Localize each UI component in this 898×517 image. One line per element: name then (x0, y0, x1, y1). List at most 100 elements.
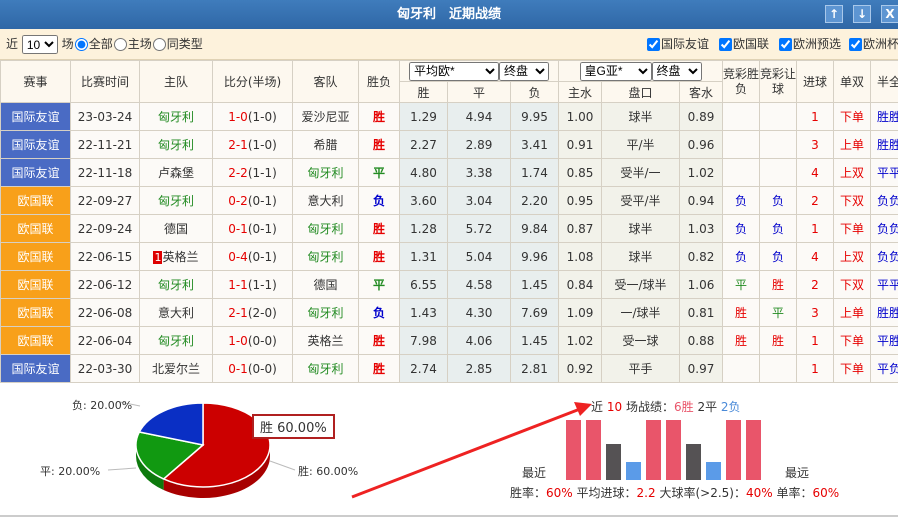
win-rate-value: 60% (546, 486, 573, 500)
summary-prefix: 近 (591, 400, 604, 414)
goals-cell: 3 (796, 298, 834, 327)
handicap: 受半/一 (620, 166, 661, 180)
euro-phase-select[interactable]: 终盘 (499, 61, 549, 81)
ht-ft: 平平 (877, 278, 898, 292)
radio-home[interactable] (113, 38, 127, 51)
home-water: 1.00 (566, 109, 594, 124)
odd-even: 上单 (839, 138, 864, 152)
away-team-cell[interactable]: 匈牙利 (292, 242, 359, 271)
form-bar-D (606, 444, 621, 480)
odds-value: 2.85 (465, 361, 493, 376)
odd-even-cell: 上双 (833, 242, 871, 271)
event-name: 国际友谊 (11, 138, 60, 152)
home-team-cell[interactable]: 北爱尔兰 (139, 354, 213, 383)
home-team-cell[interactable]: 匈牙利 (139, 186, 213, 215)
checkbox-euro-qualifier[interactable] (779, 38, 792, 51)
result-cell: 平 (358, 158, 400, 187)
away-team-cell[interactable]: 匈牙利 (292, 298, 359, 327)
jc-handicap: 胜 (771, 334, 784, 348)
home-team-cell[interactable]: 意大利 (139, 298, 213, 327)
pie-leader-win (269, 460, 296, 471)
away-team-cell[interactable]: 匈牙利 (292, 214, 359, 243)
jc-result: 胜 (734, 334, 747, 348)
big-rate-label: 大球率(>2.5)： (659, 486, 746, 500)
event-cell[interactable]: 欧国联 (0, 326, 71, 355)
odds-value: 3.38 (465, 165, 493, 180)
odd-even-cell: 下单 (833, 214, 871, 243)
match-count-select[interactable]: 10 (21, 35, 58, 54)
checkbox-friendly-label: 国际友谊 (661, 37, 710, 51)
header-loss: 负 (510, 81, 559, 103)
away-team-cell[interactable]: 英格兰 (292, 326, 359, 355)
euro-odds-w: 6.55 (399, 270, 448, 299)
home-water-cell: 1.09 (558, 298, 602, 327)
radio-all[interactable] (74, 38, 88, 51)
header-home: 主队 (139, 60, 213, 103)
home-team-cell[interactable]: 卢森堡 (139, 158, 213, 187)
euro-odds-l: 2.20 (510, 186, 559, 215)
event-cell[interactable]: 欧国联 (0, 186, 71, 215)
away-team-cell[interactable]: 德国 (292, 270, 359, 299)
full-score: 0-1 (228, 361, 248, 376)
home-team: 卢森堡 (157, 166, 194, 180)
event-cell[interactable]: 欧国联 (0, 270, 71, 299)
event-cell[interactable]: 国际友谊 (0, 130, 71, 159)
euro-odds-d: 5.72 (447, 214, 511, 243)
radio-same-type[interactable] (152, 38, 166, 51)
odds-value: 5.04 (465, 249, 493, 264)
away-team-cell[interactable]: 意大利 (292, 186, 359, 215)
home-team-cell[interactable]: 1英格兰 (139, 242, 213, 271)
odds-value: 9.96 (521, 249, 548, 264)
euro-company-select[interactable]: 平均欧* (409, 61, 499, 81)
away-team-cell[interactable]: 希腊 (292, 130, 359, 159)
event-cell[interactable]: 国际友谊 (0, 354, 71, 383)
event-cell[interactable]: 国际友谊 (0, 158, 71, 187)
ht-ft: 平负 (877, 362, 898, 376)
checkbox-friendly[interactable] (647, 38, 660, 51)
near-label: 近 (6, 37, 19, 51)
home-team-cell[interactable]: 匈牙利 (139, 130, 213, 159)
move-down-button[interactable]: ↓ (853, 5, 871, 23)
asia-company-select[interactable]: 皇G亚* (579, 61, 652, 81)
home-team-cell[interactable]: 德国 (139, 214, 213, 243)
checkbox-euro-cup[interactable] (849, 38, 862, 51)
handicap: 受平/半 (620, 194, 661, 208)
move-up-button[interactable]: ↑ (825, 5, 843, 23)
match-result: 胜 (372, 110, 385, 124)
home-water-cell: 0.92 (558, 354, 602, 383)
form-bar-W (586, 420, 601, 480)
odds-value: 2.20 (521, 193, 548, 208)
odds-value: 6.55 (410, 277, 437, 292)
handicap-cell: 受半/一 (601, 158, 680, 187)
odds-value: 7.98 (410, 333, 437, 348)
home-team-cell[interactable]: 匈牙利 (139, 326, 213, 355)
goals-cell: 2 (796, 186, 834, 215)
header-win: 胜 (399, 81, 448, 103)
half-score: (2-0) (247, 305, 277, 320)
close-button[interactable]: X (881, 5, 898, 23)
event-cell[interactable]: 欧国联 (0, 298, 71, 327)
summary-losses: 2负 (720, 400, 741, 414)
home-water: 0.95 (566, 193, 594, 208)
event-cell[interactable]: 国际友谊 (0, 102, 71, 131)
ht-ft: 平胜 (877, 334, 898, 348)
result-cell: 胜 (358, 214, 400, 243)
away-team-cell[interactable]: 匈牙利 (292, 158, 359, 187)
checkbox-nations-league[interactable] (719, 38, 732, 51)
oldest-label: 最远 (785, 466, 810, 480)
full-score: 2-1 (228, 137, 248, 152)
jc-handicap-cell: 平 (759, 298, 797, 327)
odd-rate-value: 60% (812, 486, 840, 500)
handicap: 平手 (628, 362, 653, 376)
home-team-cell[interactable]: 匈牙利 (139, 102, 213, 131)
home-water: 0.92 (566, 361, 594, 376)
ht-ft-cell: 胜胜 (870, 102, 898, 131)
away-team-cell[interactable]: 匈牙利 (292, 354, 359, 383)
asia-phase-select[interactable]: 终盘 (651, 61, 702, 81)
event-cell[interactable]: 欧国联 (0, 242, 71, 271)
home-team-cell[interactable]: 匈牙利 (139, 270, 213, 299)
event-cell[interactable]: 欧国联 (0, 214, 71, 243)
away-team-cell[interactable]: 爱沙尼亚 (292, 102, 359, 131)
ht-ft: 胜胜 (877, 110, 898, 124)
away-team: 匈牙利 (307, 306, 344, 320)
